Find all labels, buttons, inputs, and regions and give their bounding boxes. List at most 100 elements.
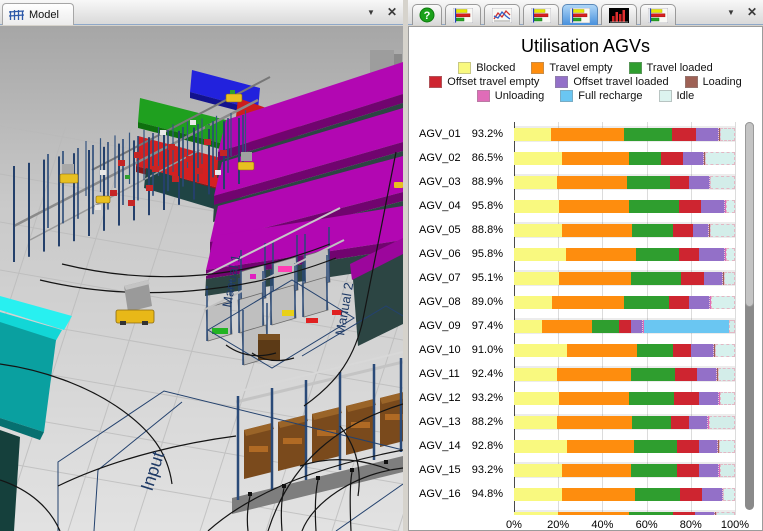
- legend-item-travel_loaded: Travel loaded: [629, 62, 713, 74]
- bar-segment-travel_loaded: [631, 272, 681, 285]
- agv-label: AGV_09: [409, 320, 465, 332]
- bar-segment-travel_empty: [567, 440, 634, 453]
- legend-item-idle: Idle: [659, 90, 695, 102]
- bar-segment-blocked: [514, 224, 562, 237]
- bar-segment-blocked: [514, 320, 542, 333]
- agv-bar: [514, 390, 735, 406]
- bar-segment-travel_empty: [551, 128, 624, 141]
- agv-bar: [514, 414, 735, 430]
- agv-utilization: 88.9%: [465, 176, 503, 188]
- bar-segment-travel_empty: [559, 392, 629, 405]
- bar-segment-idle: [705, 152, 735, 165]
- x-tick: 20%: [541, 519, 575, 531]
- chart-close-icon[interactable]: ✕: [747, 5, 757, 19]
- agv-row-AGV_03: AGV_0388.9%: [409, 170, 762, 194]
- bar-segment-idle: [711, 296, 735, 309]
- x-tick: 40%: [585, 519, 619, 531]
- chart-tab-5-bar-chart[interactable]: [562, 4, 598, 25]
- agv-row-AGV_04: AGV_0495.8%: [409, 194, 762, 218]
- bar-segment-idle: [720, 464, 735, 477]
- chart-tabbar-tabs: ?: [412, 3, 676, 25]
- chart-legend: Blocked Travel empty Travel loaded Offset t…: [409, 62, 762, 102]
- bar-segment-full_recharge: [644, 320, 729, 333]
- bar-segment-travel_empty: [562, 224, 632, 237]
- legend-label-idle: Idle: [677, 90, 695, 102]
- bar-chart-icon: [453, 8, 473, 23]
- model-close-icon[interactable]: ✕: [387, 5, 397, 19]
- bar-segment-idle: [723, 488, 734, 501]
- chart-tab-4-bar-chart[interactable]: [523, 4, 559, 25]
- bar-segment-blocked: [514, 344, 567, 357]
- agv-utilization: 92.4%: [465, 368, 503, 380]
- model-3d-viewport[interactable]: Manual 1 Manual 2 Input: [0, 26, 403, 531]
- bar-segment-offset_travel_empty: [673, 344, 691, 357]
- agv-utilization: 93.2%: [465, 392, 503, 404]
- agv-utilization: 97.4%: [465, 320, 503, 332]
- legend-swatch-loading: [685, 76, 698, 88]
- agv-utilization: 93.2%: [465, 464, 503, 476]
- bar-segment-offset_travel_loaded: [683, 152, 704, 165]
- bar-segment-offset_travel_loaded: [689, 296, 710, 309]
- tab-list-dropdown-icon[interactable]: ▼: [367, 8, 375, 17]
- bar-segment-offset_travel_empty: [669, 296, 689, 309]
- model-grid-icon: [9, 8, 24, 21]
- bar-segment-travel_loaded: [627, 176, 670, 189]
- agv-label: AGV_15: [409, 464, 465, 476]
- svg-text:?: ?: [424, 10, 431, 22]
- bar-segment-offset_travel_loaded: [697, 368, 717, 381]
- legend-swatch-offset_travel_empty: [429, 76, 442, 88]
- legend-label-blocked: Blocked: [476, 62, 515, 74]
- bar-segment-offset_travel_loaded: [631, 320, 643, 333]
- chart-tab-list-dropdown-icon[interactable]: ▼: [727, 8, 735, 17]
- chart-tab-3-line-chart[interactable]: [484, 4, 520, 25]
- agv-label: AGV_10: [409, 344, 465, 356]
- agv-row-AGV_10: AGV_1091.0%: [409, 338, 762, 362]
- chart-tab-7-bar-chart[interactable]: [640, 4, 676, 25]
- agv-row-AGV_08: AGV_0889.0%: [409, 290, 762, 314]
- bar-segment-travel_loaded: [629, 152, 661, 165]
- bar-segment-offset_travel_empty: [679, 200, 701, 213]
- bar-segment-offset_travel_empty: [670, 176, 689, 189]
- bar-segment-travel_loaded: [636, 248, 679, 261]
- chart-tab-1-help[interactable]: ?: [412, 4, 442, 25]
- chart-tab-2-bar-chart[interactable]: [445, 4, 481, 25]
- bar-segment-offset_travel_empty: [619, 320, 631, 333]
- bar-segment-blocked: [514, 440, 567, 453]
- legend-swatch-unloading: [477, 90, 490, 102]
- agv-bar: [514, 198, 735, 214]
- legend-label-loading: Loading: [703, 76, 742, 88]
- bar-segment-travel_empty: [566, 248, 636, 261]
- bar-segment-offset_travel_loaded: [699, 440, 718, 453]
- agv-bar: [514, 462, 735, 478]
- bar-segment-travel_empty: [558, 512, 629, 516]
- agv-label: AGV_11: [409, 368, 465, 380]
- bar-segment-blocked: [514, 296, 552, 309]
- application-window: Model ▼ ✕: [0, 0, 763, 531]
- bar-segment-offset_travel_loaded: [691, 344, 714, 357]
- x-tick: 60%: [630, 519, 664, 531]
- agv-small-5: [394, 182, 403, 188]
- legend-swatch-blocked: [458, 62, 471, 74]
- bar-segment-blocked: [514, 392, 559, 405]
- legend-label-full_recharge: Full recharge: [578, 90, 642, 102]
- legend-swatch-travel_empty: [531, 62, 544, 74]
- agv-utilization: 89.0%: [465, 296, 503, 308]
- legend-label-offset_travel_empty: Offset travel empty: [447, 76, 539, 88]
- bar-segment-idle: [720, 128, 735, 141]
- bar-segment-travel_loaded: [634, 440, 677, 453]
- legend-item-unloading: Unloading: [477, 90, 545, 102]
- bar-segment-idle: [729, 320, 735, 333]
- bar-segment-offset_travel_loaded: [699, 248, 725, 261]
- bar-segment-travel_loaded: [624, 296, 669, 309]
- bar-segment-offset_travel_loaded: [699, 392, 719, 405]
- legend-label-travel_loaded: Travel loaded: [647, 62, 713, 74]
- tab-model[interactable]: Model: [2, 3, 74, 25]
- bar-segment-blocked: [514, 128, 551, 141]
- legend-item-full_recharge: Full recharge: [560, 90, 642, 102]
- bar-segment-idle: [710, 224, 735, 237]
- chart-tab-6-histogram[interactable]: [601, 4, 637, 25]
- legend-item-travel_empty: Travel empty: [531, 62, 612, 74]
- agv-row-AGV_16: AGV_1694.8%: [409, 482, 762, 506]
- histogram-icon: [609, 8, 629, 23]
- bar-segment-offset_travel_empty: [671, 416, 689, 429]
